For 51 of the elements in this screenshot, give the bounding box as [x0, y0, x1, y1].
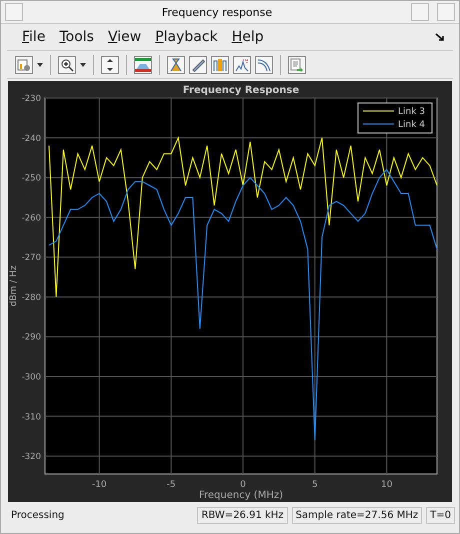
menu-item[interactable]: Help: [224, 27, 271, 47]
y-tick-label: -310: [22, 412, 41, 422]
y-axis-label: dBm / Hz: [9, 266, 19, 306]
caret-icon[interactable]: [37, 62, 43, 66]
y-tick-label: -250: [22, 174, 41, 184]
menu-item[interactable]: View: [100, 27, 148, 47]
document-export-icon: [290, 58, 304, 72]
autoscale-button[interactable]: [101, 56, 119, 74]
zoom-button[interactable]: [58, 56, 76, 74]
bars-icon: [213, 58, 227, 72]
status-field: RBW=26.91 kHz: [197, 506, 288, 524]
distortion-button[interactable]: [233, 56, 251, 74]
peaks-icon: [235, 58, 249, 72]
x-axis-label: Frequency (MHz): [198, 490, 284, 501]
window-title: Frequency response: [160, 6, 274, 18]
zoom-icon: [60, 58, 74, 72]
menu-item[interactable]: File: [15, 27, 52, 47]
marker-icon: [169, 58, 183, 72]
undock-arrow-icon[interactable]: [435, 32, 445, 42]
curves-icon: [257, 58, 271, 72]
caret-icon[interactable]: [80, 62, 86, 66]
y-tick-label: -260: [22, 213, 41, 224]
channel-bandwidth-button[interactable]: [211, 56, 229, 74]
y-tick-label: -240: [22, 134, 41, 144]
status-field: T=0: [426, 506, 455, 524]
y-tick-label: -270: [22, 253, 41, 264]
settings-button[interactable]: [15, 56, 33, 74]
status-field: Processing: [7, 506, 194, 524]
y-tick-label: -300: [22, 372, 41, 383]
menu-item[interactable]: Playback: [148, 27, 225, 47]
status-field: Sample rate=27.56 MHz: [292, 506, 422, 524]
ruler-icon: [191, 58, 205, 72]
spectrum-icon: [135, 58, 151, 72]
y-tick-label: -320: [22, 452, 41, 462]
legend-label: Link 4: [398, 120, 426, 130]
menu-item[interactable]: Tools: [52, 27, 101, 47]
x-tick-label: -5: [166, 480, 176, 490]
ccdf-button[interactable]: [255, 56, 273, 74]
y-tick-label: -280: [22, 292, 41, 303]
x-tick-label: -10: [92, 480, 107, 490]
spectrum-button[interactable]: [134, 56, 152, 74]
ruler-button[interactable]: [189, 56, 207, 74]
x-tick-label: 5: [312, 480, 318, 490]
x-tick-label: 10: [380, 480, 392, 490]
chart-title: Frequency Response: [182, 85, 300, 96]
legend-label: Link 3: [398, 107, 426, 117]
x-tick-label: 0: [240, 480, 246, 490]
export-button[interactable]: [288, 56, 306, 74]
peak-marker-button[interactable]: [167, 56, 185, 74]
y-tick-label: -230: [22, 94, 41, 104]
y-tick-label: -290: [22, 332, 41, 343]
